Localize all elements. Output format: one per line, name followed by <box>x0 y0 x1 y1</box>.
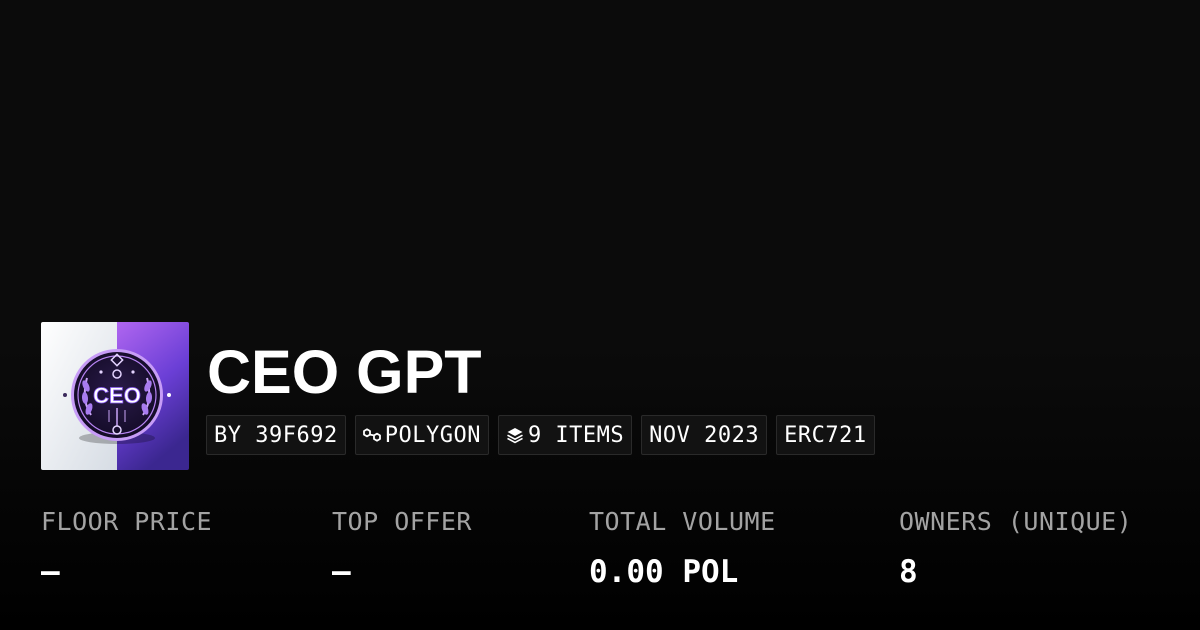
creator-tag[interactable]: BY 39F692 <box>206 415 346 455</box>
items-tag[interactable]: 9 ITEMS <box>497 415 633 455</box>
items-tag-label: 9 ITEMS <box>527 422 625 448</box>
stat-floor-price: FLOOR PRICE – <box>41 506 212 589</box>
stat-owners: OWNERS (UNIQUE) 8 <box>899 506 1132 589</box>
stat-total-volume: TOTAL VOLUME 0.00 POL <box>589 506 776 589</box>
layers-icon <box>506 426 524 444</box>
polygon-icon <box>362 426 381 444</box>
stat-value: – <box>332 554 351 590</box>
stat-label: OWNERS (UNIQUE) <box>899 507 1133 536</box>
chain-tag-label: POLYGON <box>384 422 481 448</box>
collection-tags: BY 39F692 POLYGON 9 ITEMS NOV 2023 ERC72… <box>206 415 875 455</box>
collection-stats: FLOOR PRICE – TOP OFFER – TOTAL VOLUME 0… <box>0 506 1200 606</box>
stat-value: – <box>41 554 60 590</box>
standard-tag: ERC721 <box>776 415 875 455</box>
stat-label: FLOOR PRICE <box>41 507 213 536</box>
date-tag-label: NOV 2023 <box>649 422 760 448</box>
collection-title: CEO GPT <box>207 338 482 406</box>
collection-logo: CEO <box>41 322 189 470</box>
chain-tag[interactable]: POLYGON <box>354 415 489 455</box>
stat-value: 8 <box>899 554 918 590</box>
stat-top-offer: TOP OFFER – <box>332 506 472 589</box>
creator-tag-label: BY 39F692 <box>214 422 338 448</box>
stat-label: TOTAL VOLUME <box>589 507 776 536</box>
stat-value: 0.00 POL <box>589 554 739 590</box>
date-tag: NOV 2023 <box>641 415 768 455</box>
standard-tag-label: ERC721 <box>784 422 867 448</box>
logo-text: CEO <box>93 383 141 408</box>
stat-label: TOP OFFER <box>332 507 472 536</box>
